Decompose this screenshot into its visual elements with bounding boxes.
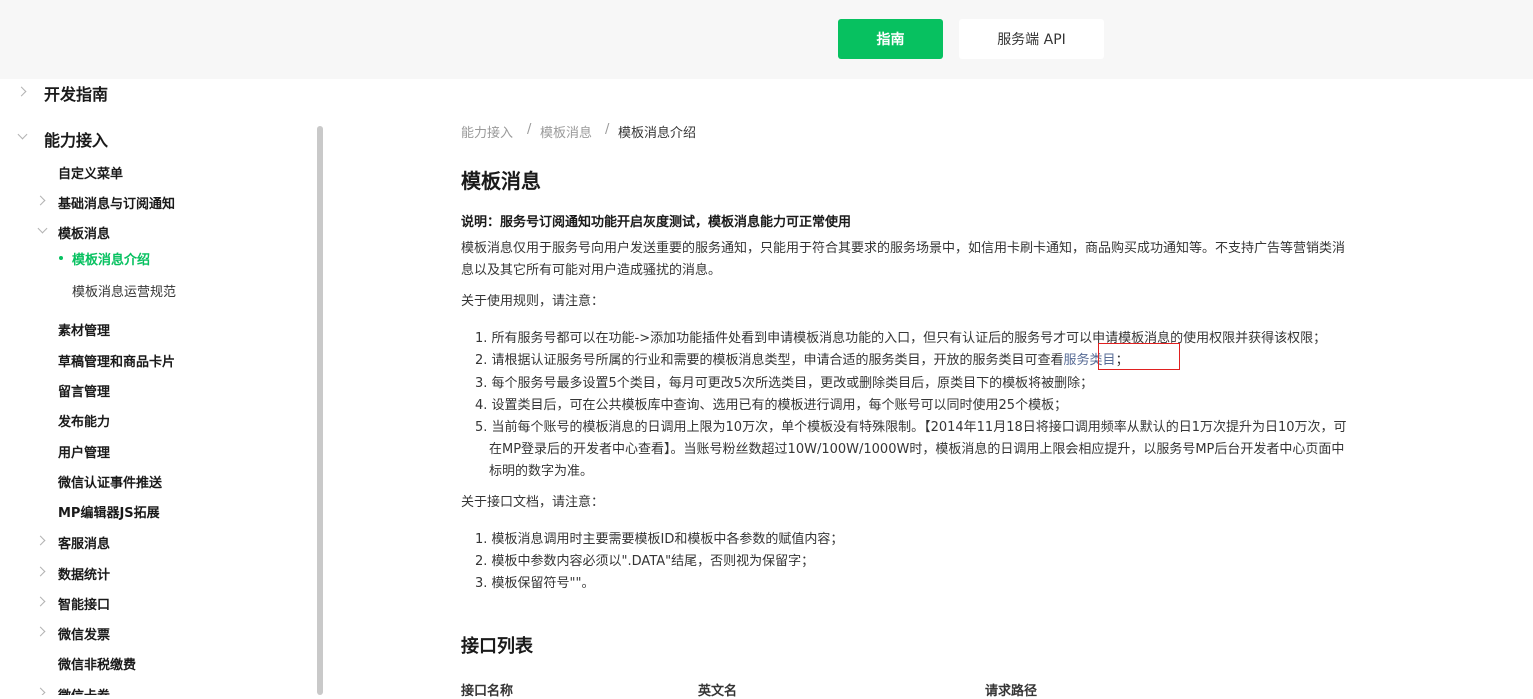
sidebar-item-basic-msg[interactable]: 基础消息与订阅通知 [58, 193, 175, 212]
chevron-right-icon [35, 566, 46, 577]
list-item: 1. 模板消息调用时主要需要模板ID和模板中各参数的赋值内容； [475, 532, 844, 547]
sidebar-item-capability[interactable]: 能力接入 [44, 127, 108, 151]
intro-line: 模板消息仅用于服务号向用户发送重要的服务通知，只能用于符合其要求的服务场景中，如… [461, 241, 1346, 256]
api-list-title: 接口列表 [461, 636, 533, 657]
sidebar-item-template-msg[interactable]: 模板消息 [58, 223, 110, 242]
sidebar-item-nontax[interactable]: 微信非税缴费 [58, 654, 136, 673]
list-item: 1. 所有服务号都可以在功能->添加功能插件处看到申请模板消息功能的入口，但只有… [475, 331, 1327, 346]
chevron-right-icon [35, 596, 46, 607]
sidebar-scrollbar[interactable] [317, 126, 323, 695]
sidebar-item-customer-service[interactable]: 客服消息 [58, 533, 110, 552]
chevron-right-icon [35, 626, 46, 637]
breadcrumb-item-template-msg[interactable]: 模板消息 [540, 122, 592, 141]
rules-heading: 关于使用规则，请注意： [461, 294, 605, 309]
sidebar-item-user[interactable]: 用户管理 [58, 442, 110, 461]
list-item: 3. 每个服务号最多设置5个类目，每月可更改5次所选类目，更改或删除类目后，原类… [475, 376, 1094, 391]
sidebar-item-draft[interactable]: 草稿管理和商品卡片 [58, 351, 175, 370]
sidebar-item-dev-guide[interactable]: 开发指南 [44, 81, 108, 105]
sidebar-item-template-intro[interactable]: 模板消息介绍 [72, 249, 150, 268]
chevron-right-icon [35, 535, 46, 546]
chevron-right-icon [35, 195, 46, 206]
sidebar-item-material[interactable]: 素材管理 [58, 320, 110, 339]
sidebar-item-publish[interactable]: 发布能力 [58, 411, 110, 430]
sidebar: 开发指南 能力接入 自定义菜单 基础消息与订阅通知 模板消息 模板消息介绍 模板… [0, 79, 318, 695]
intro-line: 息以及其它所有可能对用户造成骚扰的消息。 [461, 263, 722, 278]
chevron-right-icon [16, 86, 27, 97]
top-bar: 指南 服务端 API [0, 0, 1533, 79]
notice-text: 说明：服务号订阅通知功能开启灰度测试，模板消息能力可正常使用 [461, 215, 852, 230]
active-dot-icon [59, 256, 63, 260]
breadcrumb-item-capability[interactable]: 能力接入 [461, 122, 513, 141]
guide-button[interactable]: 指南 [838, 19, 943, 59]
sidebar-item-template-rules[interactable]: 模板消息运营规范 [72, 281, 176, 300]
doc-heading: 关于接口文档，请注意： [461, 495, 605, 510]
sidebar-item-smart-api[interactable]: 智能接口 [58, 594, 110, 613]
sidebar-item-card[interactable]: 微信卡券 [58, 685, 110, 695]
sidebar-item-verify-push[interactable]: 微信认证事件推送 [58, 472, 162, 491]
chevron-down-icon [17, 129, 28, 140]
sidebar-item-custom-menu[interactable]: 自定义菜单 [58, 163, 123, 182]
sidebar-item-invoice[interactable]: 微信发票 [58, 624, 110, 643]
table-header-en-name: 英文名 [698, 684, 738, 699]
table-header-path: 请求路径 [985, 684, 1038, 699]
sidebar-item-comment[interactable]: 留言管理 [58, 381, 110, 400]
highlight-box [1098, 343, 1180, 370]
list-item-continued: 在MP登录后的开发者中心查看】。当账号粉丝数超过10W/100W/1000W时，… [489, 442, 1345, 457]
breadcrumb-current: 模板消息介绍 [618, 126, 697, 141]
list-item: 5. 当前每个账号的模板消息的日调用上限为10万次，单个模板没有特殊限制。【20… [475, 420, 1347, 435]
list-item: 3. 模板保留符号""。 [475, 576, 595, 591]
list-item-text: 2. 请根据认证服务号所属的行业和需要的模板消息类型，申请合适的服务类目，开放的… [475, 353, 1064, 368]
server-api-button[interactable]: 服务端 API [959, 19, 1104, 59]
breadcrumb-separator: / [605, 122, 610, 137]
table-header-name: 接口名称 [461, 684, 514, 699]
list-item: 2. 模板中参数内容必须以".DATA"结尾，否则视为保留字； [475, 554, 815, 569]
sidebar-item-stats[interactable]: 数据统计 [58, 564, 110, 583]
list-item: 4. 设置类目后，可在公共模板库中查询、选用已有的模板进行调用，每个账号可以同时… [475, 398, 1068, 413]
list-item: 2. 请根据认证服务号所属的行业和需要的模板消息类型，申请合适的服务类目，开放的… [475, 349, 1129, 368]
sidebar-item-mp-editor[interactable]: MP编辑器JS拓展 [58, 502, 160, 521]
breadcrumb-separator: / [527, 122, 532, 137]
page-title: 模板消息 [461, 169, 541, 193]
chevron-right-icon [35, 687, 46, 695]
chevron-down-icon [37, 223, 48, 234]
list-item-continued: 标明的数字为准。 [489, 464, 594, 479]
